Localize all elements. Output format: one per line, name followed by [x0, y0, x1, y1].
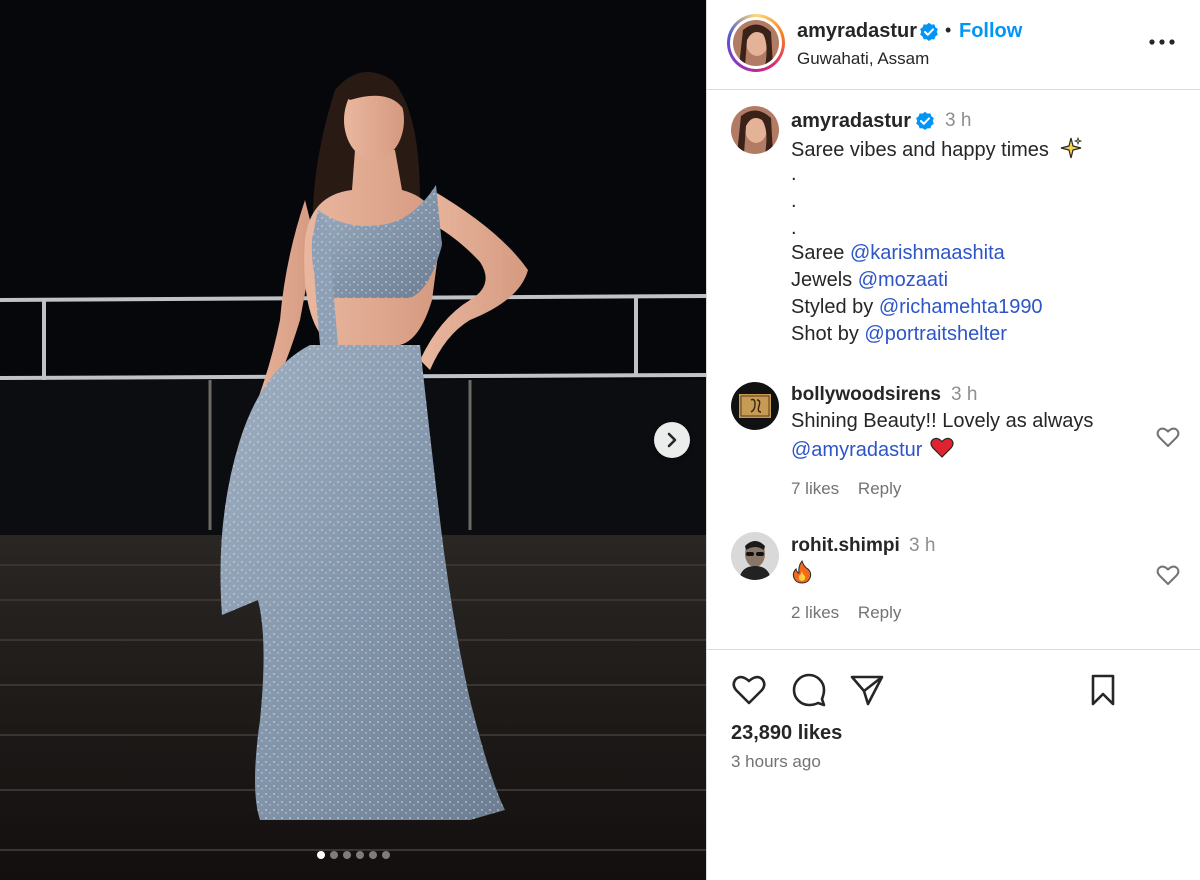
mention-link[interactable]: @amyradastur — [791, 439, 922, 461]
more-horizontal-icon — [1149, 39, 1175, 45]
post-photo — [0, 0, 706, 880]
send-icon — [850, 675, 884, 706]
red-heart-icon — [930, 437, 954, 458]
post-timestamp[interactable]: 3 hours ago — [731, 752, 821, 772]
likes-count[interactable]: 23,890 likes — [731, 722, 842, 745]
like-comment-button[interactable] — [1156, 564, 1180, 586]
caption-username[interactable]: amyradastur — [791, 110, 911, 133]
comment-icon — [792, 673, 826, 707]
carousel-dot — [355, 851, 364, 859]
caption-credit-line: Styled by @richamehta1990 — [791, 296, 1043, 319]
caption-credit-line: Saree @karishmaashita — [791, 242, 1005, 265]
mention-link[interactable]: @mozaati — [858, 269, 948, 291]
caption-text: Saree vibes and happy times — [791, 136, 1083, 162]
reply-button[interactable]: Reply — [858, 603, 901, 622]
caption-dot: . — [791, 190, 797, 212]
credit-label: Jewels — [791, 269, 853, 291]
avatar[interactable] — [731, 106, 779, 154]
header-separator: • — [945, 20, 952, 40]
post-author-username[interactable]: amyradastur — [797, 20, 917, 43]
post-actions: 23,890 likes 3 hours ago — [707, 649, 1200, 880]
comment-likes[interactable]: 2 likes — [791, 603, 839, 622]
follow-button[interactable]: Follow — [959, 20, 1022, 43]
comment-meta: 2 likes Reply — [791, 603, 915, 623]
heart-outline-icon — [1156, 427, 1180, 447]
comment-meta: 7 likes Reply — [791, 479, 915, 499]
heart-outline-icon — [1156, 565, 1180, 585]
comment-timestamp[interactable]: 3 h — [951, 384, 977, 406]
credit-label: Saree — [791, 242, 845, 264]
carousel-dot — [329, 851, 338, 859]
comment-username[interactable]: rohit.shimpi — [791, 535, 900, 557]
caption-dot: . — [791, 163, 797, 185]
credit-label: Styled by — [791, 296, 874, 318]
carousel-dot — [381, 851, 390, 859]
carousel-dot — [368, 851, 377, 859]
caption-dot: . — [791, 217, 797, 239]
mention-link[interactable]: @karishmaashita — [850, 242, 1005, 264]
comment-text: Shining Beauty!! Lovely as always — [791, 410, 1094, 432]
reply-button[interactable]: Reply — [858, 479, 901, 498]
caption-timestamp[interactable]: 3 h — [945, 110, 971, 132]
more-options-button[interactable] — [1147, 30, 1177, 54]
post-media[interactable] — [0, 0, 706, 880]
like-button[interactable] — [731, 672, 767, 708]
comment-timestamp[interactable]: 3 h — [909, 535, 935, 557]
save-button[interactable] — [1085, 672, 1121, 708]
caption-credit-line: Jewels @mozaati — [791, 269, 948, 292]
post-header: amyradastur • Follow Guwahati, Assam — [707, 0, 1200, 90]
bookmark-icon — [1091, 674, 1115, 706]
verified-badge-icon — [915, 111, 935, 136]
avatar[interactable] — [731, 382, 779, 430]
comment-text — [791, 559, 813, 590]
mention-link[interactable]: @portraitshelter — [864, 323, 1007, 345]
comment-username[interactable]: bollywoodsirens — [791, 384, 941, 406]
caption-credit-line: Shot by @portraitshelter — [791, 323, 1007, 346]
carousel-dot — [342, 851, 351, 859]
comment-button[interactable] — [791, 672, 827, 708]
mention-link[interactable]: @richamehta1990 — [879, 296, 1043, 318]
share-button[interactable] — [849, 672, 885, 708]
carousel-indicator — [0, 851, 706, 859]
post-details-panel: amyradastur • Follow Guwahati, Assam amy… — [706, 0, 1200, 880]
post-location[interactable]: Guwahati, Assam — [797, 49, 929, 69]
comment-text-line: @amyradastur — [791, 437, 954, 462]
avatar[interactable] — [727, 14, 785, 72]
heart-icon — [732, 675, 766, 705]
sparkles-icon — [1060, 136, 1082, 159]
next-slide-button[interactable] — [654, 422, 690, 458]
comment-likes[interactable]: 7 likes — [791, 479, 839, 498]
carousel-dot — [316, 851, 325, 859]
verified-badge-icon — [919, 22, 939, 47]
credit-label: Shot by — [791, 323, 859, 345]
like-comment-button[interactable] — [1156, 426, 1180, 448]
avatar[interactable] — [731, 532, 779, 580]
caption-title: Saree vibes and happy times — [791, 139, 1049, 161]
chevron-right-icon — [667, 432, 677, 448]
fire-icon — [792, 559, 812, 584]
comments-section[interactable]: amyradastur 3 h Saree vibes and happy ti… — [707, 91, 1200, 649]
